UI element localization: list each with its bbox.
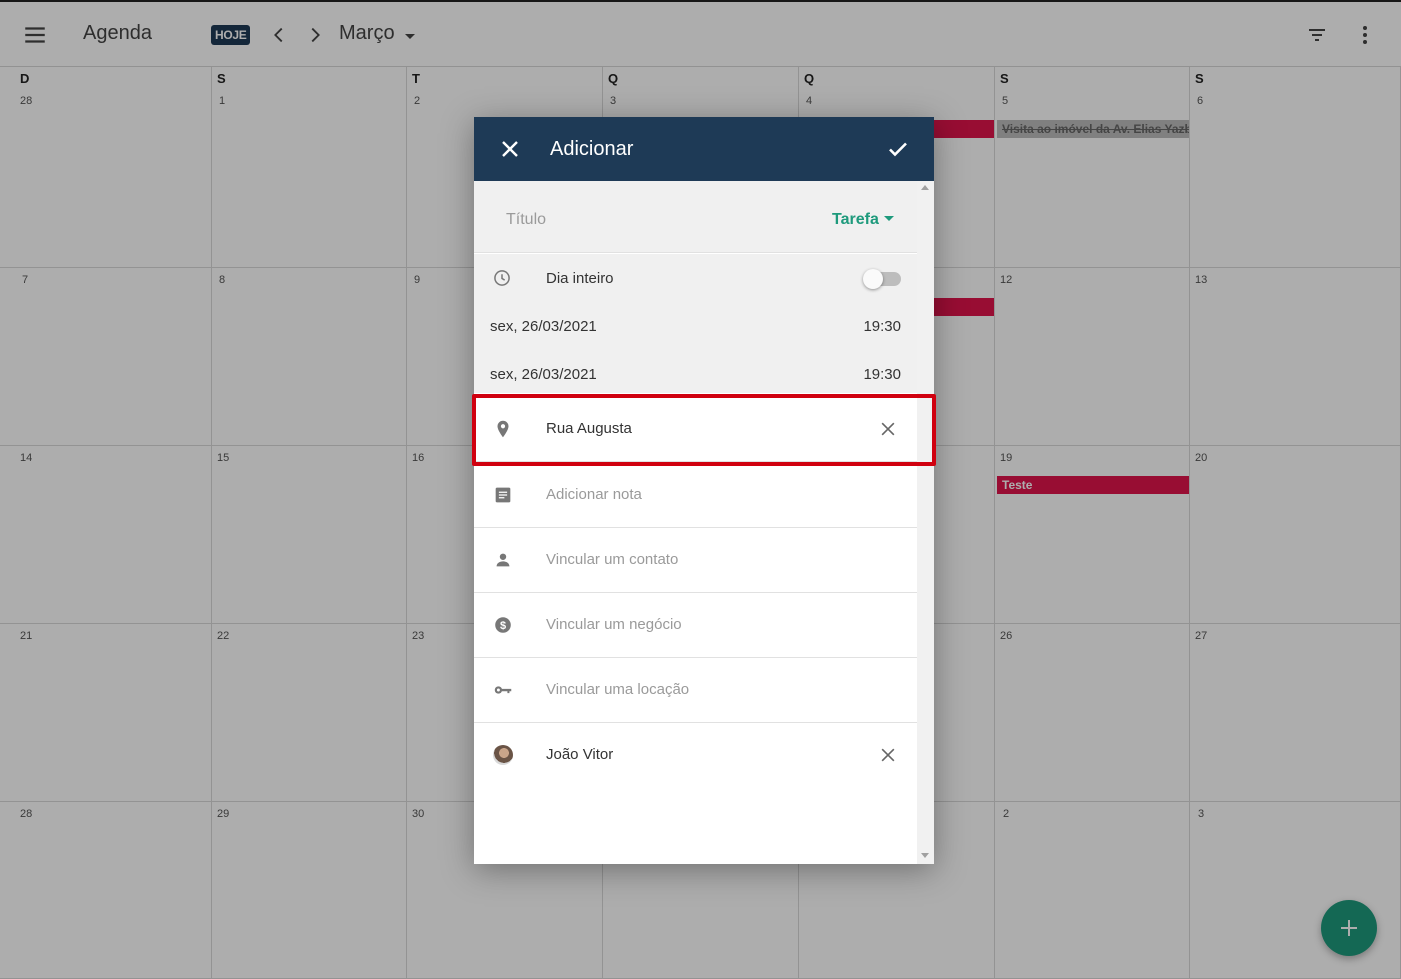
start-time[interactable]: 19:30 (863, 318, 901, 335)
all-day-label: Dia inteiro (546, 270, 614, 287)
all-day-toggle[interactable] (863, 269, 901, 289)
assignee-name: João Vitor (546, 746, 614, 763)
toggle-knob (863, 269, 883, 289)
close-icon[interactable] (878, 745, 898, 765)
check-icon[interactable] (886, 137, 910, 161)
assignee-row[interactable]: João Vitor (474, 723, 917, 788)
title-input[interactable]: Título (506, 211, 546, 229)
clock-icon (494, 270, 510, 286)
scroll-down-arrow[interactable] (921, 853, 929, 858)
deal-input[interactable]: Vincular um negócio (546, 616, 682, 633)
add-event-dialog: Adicionar Título Tarefa Dia inteiro sex,… (474, 117, 934, 864)
title-row: Título Tarefa (474, 181, 917, 253)
type-selector[interactable]: Tarefa (832, 211, 879, 229)
rental-input[interactable]: Vincular uma locação (546, 681, 689, 698)
rental-row[interactable]: Vincular uma locação (474, 658, 917, 723)
dialog-header: Adicionar (474, 117, 934, 181)
location-highlight-box (472, 394, 936, 466)
dollar-icon: $ (495, 617, 511, 633)
dialog-scrollbar[interactable] (917, 181, 934, 864)
deal-row[interactable]: $ Vincular um negócio (474, 593, 917, 658)
scroll-up-arrow[interactable] (921, 185, 929, 190)
date-time-section: Dia inteiro sex, 26/03/2021 19:30 sex, 2… (474, 254, 917, 393)
note-input[interactable]: Adicionar nota (546, 486, 642, 503)
contact-input[interactable]: Vincular um contato (546, 551, 678, 568)
end-time[interactable]: 19:30 (863, 366, 901, 383)
end-date[interactable]: sex, 26/03/2021 (490, 366, 597, 383)
contact-row[interactable]: Vincular um contato (474, 528, 917, 593)
dialog-title: Adicionar (550, 138, 634, 160)
svg-text:$: $ (500, 620, 506, 632)
start-date[interactable]: sex, 26/03/2021 (490, 318, 597, 335)
person-icon (496, 553, 510, 567)
note-icon (495, 487, 511, 503)
key-icon (494, 686, 512, 694)
avatar (493, 745, 513, 765)
note-row[interactable]: Adicionar nota (474, 463, 917, 528)
dialog-content: Título Tarefa Dia inteiro sex, 26/03/202… (474, 181, 917, 864)
caret-down-icon[interactable] (884, 216, 894, 221)
close-icon[interactable] (498, 137, 522, 161)
